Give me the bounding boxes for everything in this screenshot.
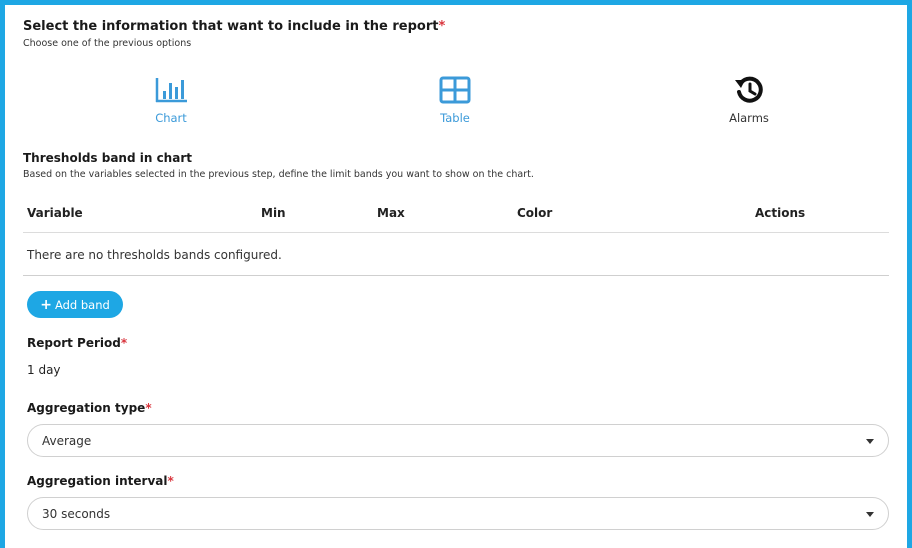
thresholds-empty-message: There are no thresholds bands configured… — [27, 248, 282, 262]
aggregation-type-label: Aggregation type* — [27, 401, 152, 415]
column-variable: Variable — [27, 206, 83, 220]
report-config-panel: Select the information that want to incl… — [0, 0, 912, 548]
required-mark: * — [167, 474, 174, 488]
table-icon — [439, 76, 471, 104]
report-period-label: Report Period* — [27, 336, 127, 350]
report-info-heading: Select the information that want to incl… — [23, 19, 891, 35]
column-color: Color — [517, 206, 553, 220]
report-config-content: Select the information that want to incl… — [23, 19, 891, 530]
thresholds-empty-row: There are no thresholds bands configured… — [23, 233, 889, 276]
option-chart-label: Chart — [155, 111, 187, 125]
add-band-button[interactable]: + Add band — [27, 291, 123, 318]
column-max: Max — [377, 206, 405, 220]
aggregation-type-label-text: Aggregation type — [27, 401, 146, 415]
aggregation-type-value: Average — [42, 434, 92, 448]
thresholds-table-header: Variable Min Max Color Actions — [23, 203, 889, 233]
required-mark: * — [145, 401, 152, 415]
aggregation-interval-label-text: Aggregation interval — [27, 474, 168, 488]
report-info-title: Select the information that want to incl… — [23, 19, 439, 34]
report-period-value: 1 day — [27, 363, 61, 377]
history-icon — [735, 76, 763, 103]
thresholds-subtitle: Based on the variables selected in the p… — [23, 169, 534, 180]
option-table-label: Table — [440, 111, 470, 125]
option-chart[interactable]: Chart — [111, 75, 231, 125]
chevron-down-icon — [866, 512, 874, 517]
aggregation-interval-label: Aggregation interval* — [27, 474, 174, 488]
plus-icon: + — [40, 296, 52, 313]
add-band-label: Add band — [54, 297, 110, 312]
aggregation-interval-select[interactable]: 30 seconds — [27, 497, 889, 530]
option-table[interactable]: Table — [395, 75, 515, 125]
column-actions: Actions — [755, 206, 806, 220]
required-mark: * — [120, 336, 128, 350]
option-alarms[interactable]: Alarms — [689, 75, 809, 125]
column-min: Min — [261, 206, 286, 220]
report-info-subtitle: Choose one of the previous options — [23, 38, 192, 49]
report-type-options: Chart Table Alarms — [23, 75, 891, 147]
bar-chart-icon — [155, 78, 187, 103]
thresholds-title: Thresholds band in chart — [23, 151, 192, 165]
option-alarms-label: Alarms — [729, 111, 769, 125]
aggregation-interval-value: 30 seconds — [42, 507, 111, 521]
required-mark: * — [438, 19, 446, 34]
aggregation-type-select[interactable]: Average — [27, 424, 889, 457]
report-period-label-text: Report Period — [27, 336, 121, 350]
chevron-down-icon — [866, 439, 874, 444]
